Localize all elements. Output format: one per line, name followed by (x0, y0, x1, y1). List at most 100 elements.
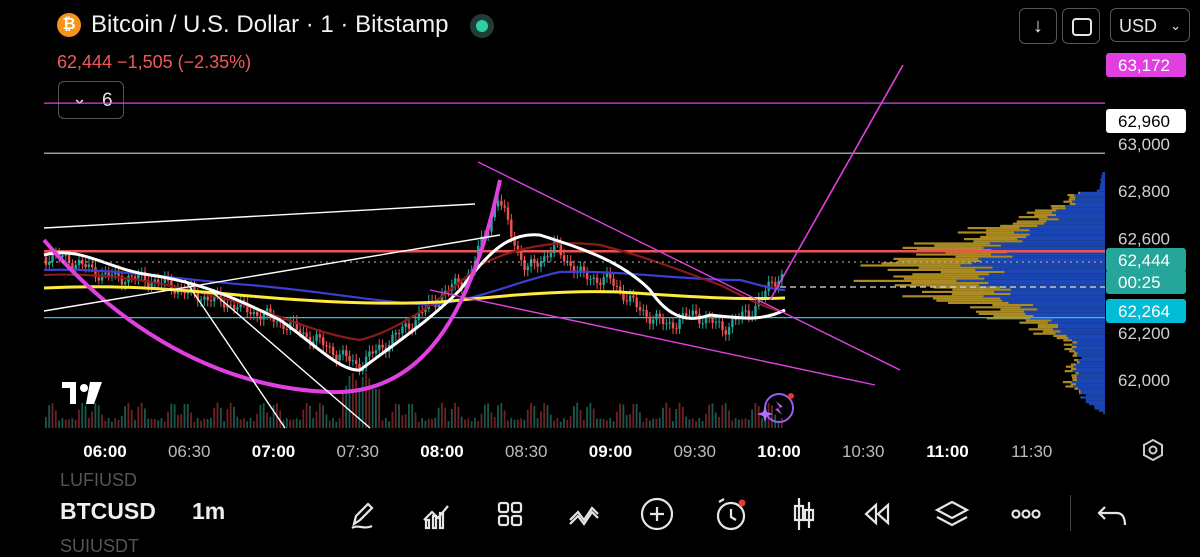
candle-body (725, 330, 727, 334)
volume-profile-bar (1030, 234, 1105, 236)
volume-profile-bar (854, 280, 957, 282)
price-chart[interactable]: 62,00062,20062,60062,80063,000 63,17262,… (0, 0, 1200, 470)
candle-body (200, 300, 202, 301)
volume-bar (735, 418, 737, 428)
symbol-list-prev[interactable]: LUFIUSD (60, 470, 137, 491)
volume-profile-bar (1029, 328, 1053, 330)
timeframe-select[interactable]: 1m (192, 498, 225, 525)
candle (111, 268, 113, 281)
candle-body (612, 279, 614, 286)
volume-profile-bar (1071, 363, 1076, 365)
volume-bar (418, 422, 420, 428)
volume-profile-bar (1051, 205, 1065, 207)
candle (695, 304, 697, 318)
x-axis-tick-label: 08:30 (505, 442, 548, 461)
volume-profile-bar (1073, 370, 1105, 372)
volume-bar (233, 407, 235, 428)
volume-bar (507, 420, 509, 428)
volume-bar (349, 376, 351, 428)
price-tag-text: 62,264 (1118, 302, 1170, 321)
volume-bar (616, 412, 618, 428)
candle-body (731, 319, 733, 327)
candle-body (210, 300, 212, 301)
volume-bar (530, 403, 532, 428)
candle (543, 251, 545, 267)
volume-bar (566, 420, 568, 428)
settings-icon[interactable] (1144, 440, 1162, 460)
candle (721, 318, 723, 337)
candle-body (322, 337, 324, 345)
volume-bar (177, 415, 179, 428)
alert-icon[interactable] (718, 499, 746, 529)
candle-body (702, 323, 704, 324)
volume-profile-bar (1079, 392, 1081, 394)
volume-profile-bar (1077, 361, 1080, 363)
candle-body (372, 352, 374, 354)
volume-profile-bar (1095, 407, 1105, 409)
volume-bar (639, 412, 641, 428)
indicators-icon[interactable] (424, 506, 448, 528)
volume-bar (553, 421, 555, 428)
candle-body (771, 282, 773, 283)
volume-profile-bar (933, 297, 1000, 299)
volume-bar (728, 410, 730, 428)
candle-body (131, 276, 133, 277)
volume-profile-bar (1072, 377, 1077, 379)
volume-bar (329, 421, 331, 428)
volume-profile-bar (1063, 201, 1072, 203)
candles-icon[interactable] (795, 498, 813, 530)
symbol-current[interactable]: BTCUSD (60, 498, 156, 525)
candle-body (230, 305, 232, 306)
add-icon[interactable] (642, 499, 672, 529)
volume-bar (675, 409, 677, 428)
candle (672, 317, 674, 334)
volume-profile-bar (1002, 300, 1105, 302)
volume-profile-bar (911, 282, 988, 284)
pencil-icon[interactable] (352, 504, 372, 528)
layers-icon[interactable] (937, 502, 967, 525)
volume-profile-bar (1069, 196, 1075, 198)
volume-profile-bar (1072, 355, 1077, 357)
candle-body (735, 319, 737, 320)
volume-profile-bar (1011, 293, 1105, 295)
volume-profile-bar (1074, 194, 1105, 196)
volume-profile-bar (968, 227, 1020, 229)
undo-icon[interactable] (1095, 495, 1131, 531)
volume-bar (560, 422, 562, 428)
volume-bar (656, 419, 658, 428)
volume-bar (576, 403, 578, 428)
candle (665, 319, 667, 330)
replay-icon[interactable] (866, 505, 888, 523)
volume-profile-bar (1074, 352, 1078, 354)
volume-bar (312, 418, 314, 428)
volume-bar (141, 403, 143, 428)
more-icon[interactable] (1013, 511, 1040, 518)
candle (659, 310, 661, 324)
candle-body (718, 321, 720, 322)
candle (616, 280, 618, 291)
grid-icon[interactable] (499, 503, 521, 525)
volume-profile-bar (1076, 203, 1105, 205)
volume-profile-bar (1075, 198, 1105, 200)
volume-profile-bar (1017, 238, 1105, 240)
volume-profile-bar (973, 240, 1022, 242)
volume-bar (474, 418, 476, 428)
candle (596, 273, 598, 289)
volume-profile-bar (1081, 396, 1082, 398)
volume-profile-bar (1072, 344, 1105, 346)
volume-bar (679, 403, 681, 428)
volume-bar (484, 405, 486, 428)
volume-profile-bar (1039, 218, 1059, 220)
candle (645, 305, 647, 323)
candle-body (91, 264, 93, 267)
volume-bar (586, 407, 588, 428)
volume-profile-bar (1014, 231, 1105, 233)
candle-body (329, 346, 331, 347)
volume-profile-bar (1046, 220, 1105, 222)
volume-bar (689, 419, 691, 428)
volume-bar (461, 417, 463, 428)
patterns-icon[interactable] (570, 508, 598, 524)
volume-bar (659, 418, 661, 428)
volume-profile-bar (1053, 335, 1066, 337)
candle (583, 262, 585, 278)
